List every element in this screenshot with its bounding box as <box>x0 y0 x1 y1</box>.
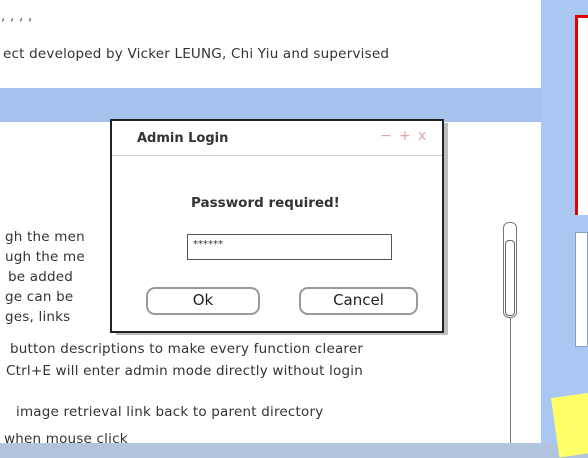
content-line: ges, links <box>5 309 71 325</box>
admin-login-dialog: Admin Login − + x Password required! ***… <box>110 119 444 333</box>
top-cut-text: , , , , , <box>0 8 33 24</box>
divider-band <box>0 88 541 122</box>
cancel-button[interactable]: Cancel <box>299 287 418 315</box>
content-line: Ctrl+E will enter admin mode directly wi… <box>6 363 363 379</box>
maximize-icon[interactable]: + <box>399 128 411 144</box>
dialog-title: Admin Login <box>137 131 229 146</box>
content-line: when mouse click <box>4 431 128 447</box>
content-line: ugh the me <box>5 249 85 265</box>
scrollbar-rail <box>510 318 511 443</box>
close-icon[interactable]: x <box>418 128 426 144</box>
credits-text: ect developed by Vicker LEUNG, Chi Yiu a… <box>3 46 390 62</box>
ok-button[interactable]: Ok <box>146 287 260 315</box>
content-line: be added <box>8 269 74 285</box>
content-line: ge can be <box>5 289 74 305</box>
right-red-panel <box>575 15 588 215</box>
password-field[interactable]: ****** <box>187 234 392 260</box>
content-line: image retrieval link back to parent dire… <box>16 404 324 420</box>
minimize-icon[interactable]: − <box>380 128 392 144</box>
content-line: gh the men <box>5 229 85 245</box>
right-white-panel <box>575 232 588 347</box>
sticky-note <box>551 392 588 458</box>
dialog-titlebar[interactable]: Admin Login − + x <box>112 121 442 156</box>
content-line: button descriptions to make every functi… <box>10 341 364 357</box>
content-panel-top <box>0 0 541 88</box>
password-prompt: Password required! <box>191 195 340 211</box>
scrollbar-thumb[interactable] <box>505 240 515 316</box>
